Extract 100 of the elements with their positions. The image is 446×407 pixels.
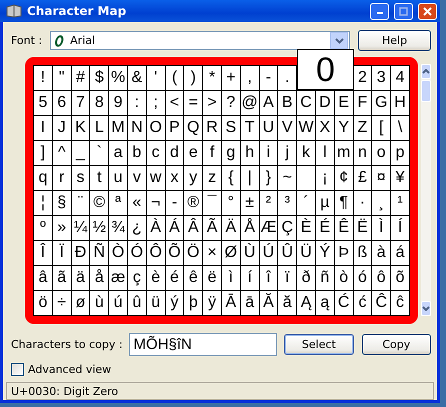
character-cell[interactable]: " [52,66,71,90]
character-cell[interactable]: × [203,241,221,265]
character-cell[interactable]: ê [184,266,202,290]
character-cell[interactable]: l [316,141,334,165]
character-cell[interactable]: Ô [146,241,165,265]
character-cell[interactable]: i [260,141,278,165]
character-cell[interactable]: ã [52,266,71,290]
character-cell[interactable]: , [240,66,259,90]
character-cell[interactable]: ø [72,291,90,315]
character-cell[interactable]: Ĉ [372,291,390,315]
character-cell[interactable]: î [260,266,278,290]
character-cell[interactable]: \ [391,116,409,140]
character-cell[interactable]: Ò [109,241,127,265]
character-cell[interactable]: ¬ [146,191,165,215]
character-cell[interactable]: µ [316,191,334,215]
character-cell[interactable]: E [334,91,353,115]
character-cell[interactable]: À [146,216,165,240]
character-cell[interactable]: v [128,166,146,190]
character-cell[interactable]: ] [34,141,52,165]
character-cell[interactable]: t [90,166,108,190]
character-cell[interactable]: ú [109,291,127,315]
character-cell[interactable]: X [316,116,334,140]
maximize-button[interactable] [394,2,413,20]
character-cell[interactable]: Æ [260,216,278,240]
character-cell[interactable]: Ó [128,241,146,265]
character-cell[interactable]: [ [372,116,390,140]
character-cell[interactable]: Ü [297,241,315,265]
scroll-down-icon[interactable] [420,301,431,316]
character-cell[interactable]: ° [222,191,240,215]
character-cell[interactable]: õ [391,266,409,290]
character-cell[interactable]: I [34,116,52,140]
character-cell[interactable]: P [166,116,184,140]
character-cell[interactable]: Q [184,116,202,140]
character-cell[interactable]: = [184,91,202,115]
character-cell[interactable]: ª [109,191,127,215]
character-cell[interactable]: y [184,166,202,190]
character-cell[interactable]: { [222,166,240,190]
character-cell[interactable]: ¯ [203,191,221,215]
character-cell[interactable]: ¥ [391,166,409,190]
character-cell[interactable]: ý [166,291,184,315]
character-cell[interactable]: ñ [316,266,334,290]
character-cell[interactable]: ö [34,291,52,315]
character-cell[interactable]: ć [354,291,372,315]
character-cell[interactable]: k [297,141,315,165]
character-cell[interactable]: Ä [222,216,240,240]
character-cell[interactable]: » [52,216,71,240]
character-cell[interactable]: % [109,66,127,90]
character-cell[interactable]: æ [109,266,127,290]
character-cell[interactable]: j [278,141,296,165]
character-cell[interactable]: ± [240,191,259,215]
character-cell[interactable]: p [391,141,409,165]
character-cell[interactable]: ä [72,266,90,290]
character-cell[interactable]: · [354,191,372,215]
character-cell[interactable]: Ù [240,241,259,265]
character-cell[interactable]: q [34,166,52,190]
character-cell[interactable]: ) [184,66,202,90]
character-cell[interactable]: 9 [109,91,127,115]
character-cell[interactable]: u [109,166,127,190]
character-cell[interactable]: ð [297,266,315,290]
character-cell[interactable]: Ú [260,241,278,265]
character-cell[interactable]: ! [34,66,52,90]
character-cell[interactable]: G [372,91,390,115]
character-cell[interactable]: ¦ [34,191,52,215]
character-cell[interactable]: S [222,116,240,140]
character-cell[interactable]: V [278,116,296,140]
character-cell[interactable]: Ë [354,216,372,240]
character-cell[interactable]: « [128,191,146,215]
advanced-view-checkbox[interactable] [11,363,24,376]
character-cell[interactable]: ÿ [203,291,221,315]
character-cell[interactable]: Ö [184,241,202,265]
character-cell[interactable]: ¹ [391,191,409,215]
character-cell[interactable]: - [166,191,184,215]
minimize-button[interactable] [370,2,389,20]
character-cell[interactable]: þ [184,291,202,315]
character-cell[interactable]: N [128,116,146,140]
character-cell[interactable]: Z [354,116,372,140]
character-cell[interactable]: È [297,216,315,240]
character-cell[interactable]: ą [316,291,334,315]
character-cell[interactable]: ì [222,266,240,290]
character-cell[interactable]: o [372,141,390,165]
character-cell[interactable]: < [166,91,184,115]
character-cell[interactable]: û [128,291,146,315]
character-cell[interactable]: Ø [222,241,240,265]
character-cell[interactable]: ® [184,191,202,215]
character-cell[interactable]: _ [72,141,90,165]
scrollbar[interactable] [420,64,431,316]
character-cell[interactable]: ò [334,266,353,290]
character-cell[interactable]: w [146,166,165,190]
character-cell[interactable]: Ï [52,241,71,265]
character-cell[interactable]: Ì [372,216,390,240]
character-cell[interactable]: ¤ [372,166,390,190]
character-cell[interactable]: B [278,91,296,115]
character-cell[interactable]: ? [222,91,240,115]
character-cell[interactable]: ¶ [334,191,353,215]
character-cell[interactable]: + [222,66,240,90]
character-cell[interactable]: x [166,166,184,190]
character-cell[interactable]: r [52,166,71,190]
character-cell[interactable]: å [90,266,108,290]
scroll-thumb[interactable] [420,80,431,102]
character-cell[interactable]: U [260,116,278,140]
